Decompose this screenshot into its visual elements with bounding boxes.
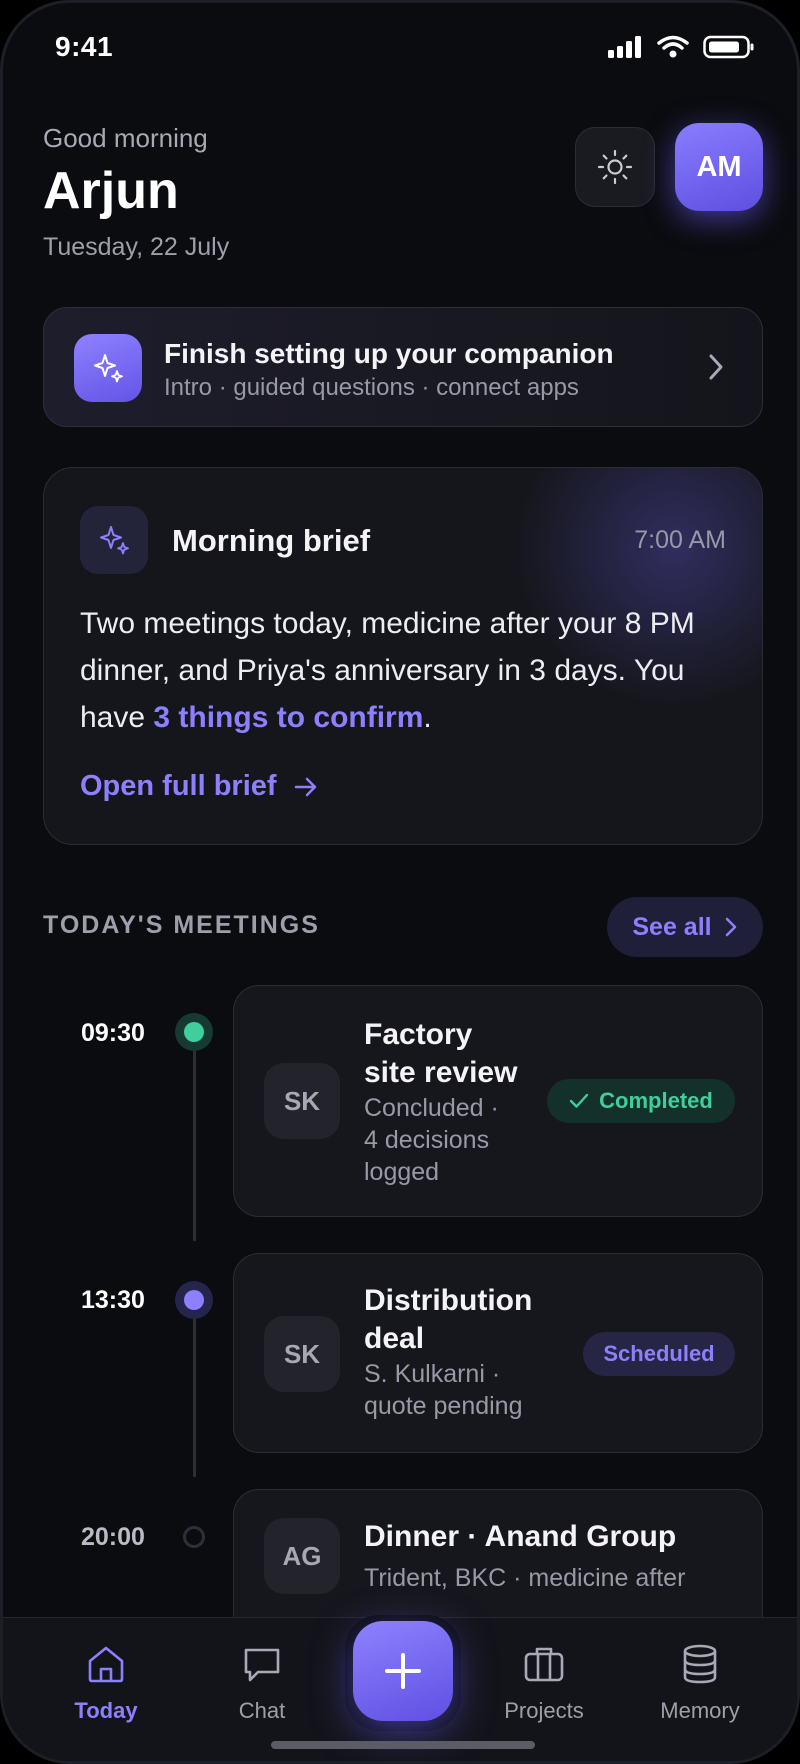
meeting-avatar: AG [264,1518,340,1594]
meeting-title: Dinner · Anand Group [364,1520,677,1553]
timeline-dot-completed-inner [184,1022,204,1042]
meeting-title: Distribution deal [364,1284,533,1355]
battery-icon [703,35,754,59]
chat-icon [244,1648,280,1682]
user-name: Arjun [43,162,179,220]
setup-subtitle: Intro · guided questions · connect apps [164,374,579,401]
home-icon [88,1646,124,1683]
chevron-right-icon [725,917,736,937]
meeting-time: 13:30 [81,1286,145,1314]
meeting-subtitle: Concluded · 4 decisions logged [364,1094,499,1186]
chevron-right-icon [709,354,723,380]
meeting-subtitle: S. Kulkarni · quote pending [364,1360,523,1420]
check-icon [569,1093,589,1108]
meeting-time: 09:30 [81,1019,145,1047]
sparkles-icon [74,334,142,402]
meeting-card[interactable]: SK Distribution deal S. Kulkarni · quote… [233,1253,763,1453]
setup-title: Finish setting up your companion [164,338,614,369]
meeting-title: Factory site review [364,1018,518,1089]
see-all-label: See all [632,912,712,941]
timeline-line [193,1033,196,1241]
nav-item-today[interactable]: Today [41,1642,171,1724]
timeline-dot-upcoming [183,1526,205,1548]
meeting-subtitle: Trident, BKC · medicine after [364,1564,686,1592]
plus-icon [385,1653,421,1689]
nav-label: Projects [504,1698,584,1723]
add-button[interactable] [353,1621,453,1721]
home-indicator [271,1741,535,1749]
nav-item-chat[interactable]: Chat [197,1642,327,1724]
date-label: Tuesday, 22 July [43,233,230,261]
greeting: Good morning [43,123,208,153]
profile-avatar-button[interactable]: AM [675,123,763,211]
status-icons [607,35,755,59]
status-badge-scheduled: Scheduled [583,1332,735,1376]
nav-item-memory[interactable]: Memory [635,1642,765,1724]
see-all-button[interactable]: See all [607,897,763,957]
briefcase-icon [524,1647,564,1682]
nav-label: Chat [238,1698,286,1723]
meeting-avatar: SK [264,1063,340,1139]
meetings-section-title: TODAY'S MEETINGS [43,911,320,939]
signal-icon [608,36,641,58]
timeline-dot-scheduled-inner [184,1290,204,1310]
brief-body: Two meetings today, medicine after your … [80,600,740,741]
nav-label: Today [74,1698,138,1723]
arrow-right-icon [294,777,316,796]
confirm-items-link[interactable]: 3 things to confirm [153,701,423,734]
brief-body-end: . [423,701,432,734]
nav-label: Memory [660,1698,740,1723]
status-bar: 9:41 [3,3,797,93]
open-full-brief-label: Open full brief [80,770,277,802]
phone-screen: 9:41 Good morning Arjun Tuesday, 22 July [0,0,800,1764]
timeline-line [193,1299,196,1477]
morning-brief-card: Morning brief 7:00 AM Two meetings today… [43,467,763,845]
brief-title: Morning brief [172,523,371,558]
meeting-time: 20:00 [81,1523,145,1551]
status-time: 9:41 [55,31,114,62]
theme-toggle-button[interactable] [575,127,655,207]
database-icon [683,1644,717,1684]
sun-icon [597,149,633,185]
sparkles-icon [80,506,148,574]
status-badge-completed: Completed [547,1079,735,1123]
wifi-icon [657,35,689,58]
meeting-avatar: SK [264,1316,340,1392]
setup-companion-banner[interactable]: Finish setting up your companion Intro ·… [43,307,763,427]
meeting-card[interactable]: SK Factory site review Concluded · 4 dec… [233,985,763,1217]
nav-item-projects[interactable]: Projects [479,1642,609,1724]
open-full-brief-link[interactable]: Open full brief [80,770,319,803]
brief-time: 7:00 AM [634,526,726,554]
